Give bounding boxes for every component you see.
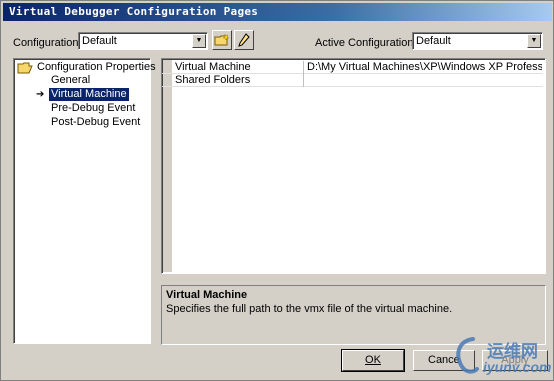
table-row[interactable]: Shared Folders	[162, 74, 543, 87]
grid-margin	[163, 60, 172, 272]
description-title: Virtual Machine	[166, 289, 248, 301]
property-name: Virtual Machine	[172, 61, 304, 74]
description-text: Specifies the full path to the vmx file …	[166, 303, 453, 315]
watermark-logo-icon	[456, 337, 479, 374]
ok-label: OK	[365, 354, 381, 366]
watermark: 运维网 iyunv.com	[449, 331, 553, 379]
folder-open-icon	[17, 62, 33, 77]
tree-item-post-debug-event[interactable]: Post-Debug Event	[49, 116, 142, 129]
active-configuration-label: Active Configuration:	[315, 37, 417, 49]
configuration-label: Configuration:	[13, 37, 82, 49]
configuration-value: Default	[82, 35, 117, 47]
property-grid: Virtual Machine D:\My Virtual Machines\X…	[161, 58, 546, 274]
dialog-window: Virtual Debugger Configuration Pages Con…	[0, 0, 554, 381]
property-value[interactable]: D:\My Virtual Machines\XP\Windows XP Pro…	[304, 61, 542, 74]
configuration-dropdown[interactable]: Default ▼	[78, 32, 208, 50]
folder-new-icon	[214, 33, 230, 46]
tree-root[interactable]: Configuration Properties	[35, 61, 158, 74]
arrow-right-icon: ➔	[36, 89, 45, 100]
edit-configuration-button[interactable]	[234, 30, 254, 50]
title-bar: Virtual Debugger Configuration Pages	[3, 3, 552, 21]
tree-item-pre-debug-event[interactable]: Pre-Debug Event	[49, 102, 137, 115]
chevron-down-icon[interactable]: ▼	[192, 34, 206, 48]
chevron-down-icon[interactable]: ▼	[527, 34, 541, 48]
settings-tree[interactable]: Configuration Properties General ➔ Virtu…	[13, 58, 156, 344]
tree-item-virtual-machine[interactable]: Virtual Machine	[49, 88, 129, 101]
property-name: Shared Folders	[172, 74, 304, 87]
pencil-icon	[238, 33, 250, 47]
active-configuration-dropdown[interactable]: Default ▼	[412, 32, 543, 50]
table-row[interactable]: Virtual Machine D:\My Virtual Machines\X…	[162, 61, 543, 74]
active-configuration-value: Default	[416, 35, 451, 47]
new-configuration-button[interactable]	[212, 30, 232, 50]
watermark-url-text: iyunv.com	[483, 359, 552, 375]
tree-item-general[interactable]: General	[49, 74, 92, 87]
ok-button[interactable]: OK	[341, 349, 405, 372]
property-value[interactable]	[304, 74, 542, 87]
